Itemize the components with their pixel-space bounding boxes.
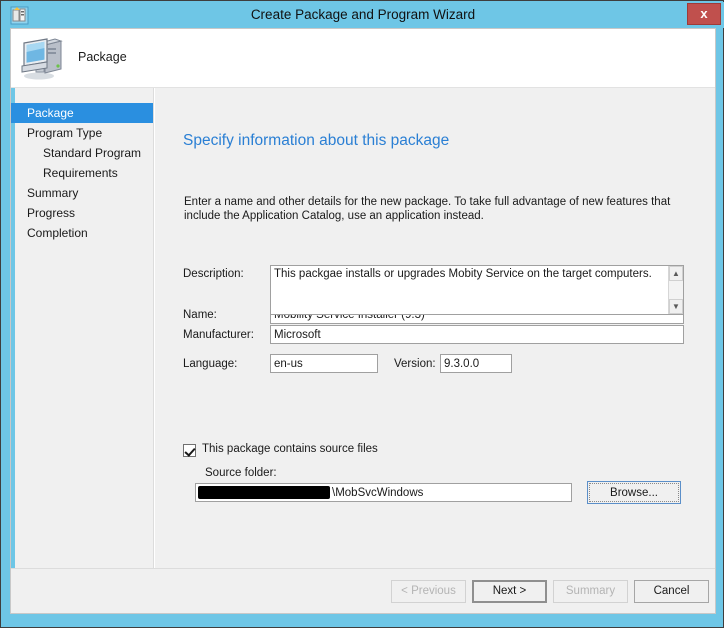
wizard-step-list: Package Program Type Standard Program Re… [11, 103, 153, 243]
cancel-button[interactable]: Cancel [634, 580, 709, 603]
summary-button[interactable]: Summary [553, 580, 628, 603]
package-form: Name: Description: This packgae installs… [155, 88, 715, 613]
wizard-footer: < Previous Next > Summary Cancel [11, 568, 715, 613]
computer-package-icon [19, 35, 67, 81]
description-input-wrapper[interactable]: This packgae installs or upgrades Mobity… [270, 265, 684, 315]
wizard-sidebar: Package Program Type Standard Program Re… [11, 88, 154, 613]
wizard-body: Package Program Type Standard Program Re… [11, 88, 715, 613]
redaction-bar [198, 486, 330, 499]
chevron-up-icon[interactable]: ▲ [669, 266, 683, 281]
description-label: Description: [183, 268, 244, 280]
language-label: Language: [183, 358, 238, 370]
sidebar-item-program-type[interactable]: Program Type [11, 123, 153, 143]
next-button[interactable]: Next > [472, 580, 547, 603]
version-label: Version: [394, 358, 436, 370]
version-input[interactable] [440, 354, 512, 373]
sidebar-item-completion[interactable]: Completion [11, 223, 153, 243]
language-input[interactable] [270, 354, 378, 373]
client-area: Package Package Program Type Standard Pr… [10, 28, 716, 614]
source-folder-label: Source folder: [205, 467, 277, 479]
contains-source-files-label: This package contains source files [202, 443, 378, 455]
chevron-down-icon[interactable]: ▼ [669, 299, 683, 314]
name-label: Name: [183, 309, 217, 321]
browse-button-label: Browse... [589, 483, 679, 502]
sidebar-item-progress[interactable]: Progress [11, 203, 153, 223]
manufacturer-label: Manufacturer: [183, 329, 254, 341]
window-title: Create Package and Program Wizard [250, 7, 476, 22]
wizard-header: Package [11, 29, 715, 88]
source-folder-value: \MobSvcWindows [332, 487, 424, 499]
description-scrollbar[interactable]: ▲ ▼ [668, 266, 683, 314]
browse-button[interactable]: Browse... [587, 481, 681, 504]
sidebar-item-standard-program[interactable]: Standard Program [11, 143, 153, 163]
sidebar-item-requirements[interactable]: Requirements [11, 163, 153, 183]
sidebar-item-package[interactable]: Package [11, 103, 153, 123]
manufacturer-input[interactable] [270, 325, 684, 344]
wizard-content: Specify information about this package E… [155, 88, 715, 613]
wizard-window: Create Package and Program Wizard x Pack… [0, 0, 724, 628]
sidebar-item-summary[interactable]: Summary [11, 183, 153, 203]
close-icon[interactable]: x [687, 3, 721, 25]
contains-source-files-checkbox[interactable] [183, 444, 196, 457]
previous-button[interactable]: < Previous [391, 580, 466, 603]
wizard-header-label: Package [78, 50, 127, 64]
description-input[interactable]: This packgae installs or upgrades Mobity… [274, 267, 654, 281]
source-folder-input[interactable]: \MobSvcWindows [195, 483, 572, 502]
title-bar: Create Package and Program Wizard x [2, 2, 724, 28]
